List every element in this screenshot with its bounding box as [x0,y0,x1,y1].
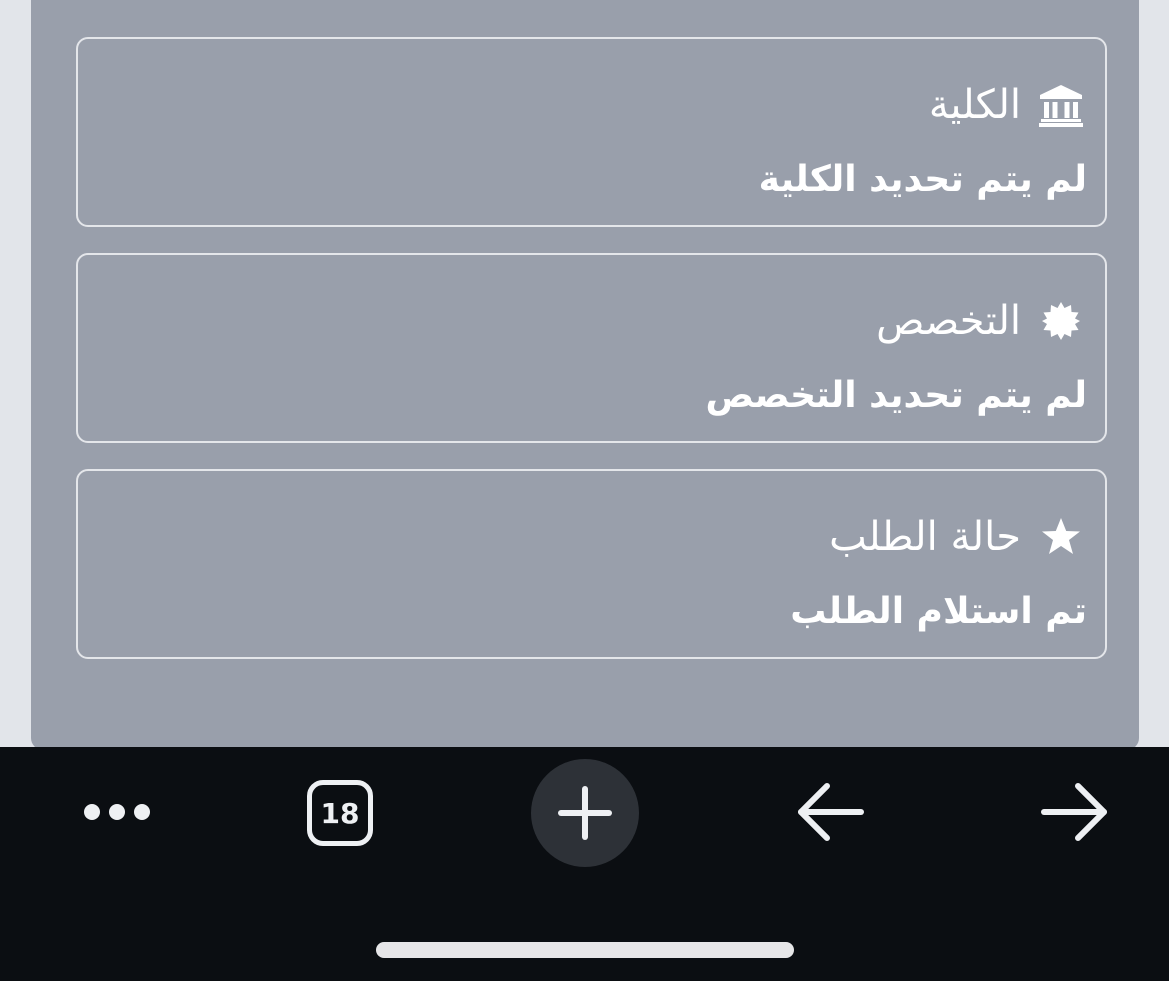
card-label: حالة الطلب [829,514,1021,560]
back-button[interactable] [790,777,870,847]
university-icon [1037,81,1085,129]
page: الكلية لم يتم تحديد الكلية التخصص لم يتم… [0,0,1169,981]
card-header: التخصص [876,293,1085,349]
back-arrow-icon [798,783,864,841]
home-indicator[interactable] [376,942,794,958]
forward-arrow-icon [1041,783,1107,841]
college-card: الكلية لم يتم تحديد الكلية [76,37,1107,227]
card-label: التخصص [876,298,1021,344]
card-value: لم يتم تحديد التخصص [705,375,1087,416]
major-card: التخصص لم يتم تحديد التخصص [76,253,1107,443]
tabs-icon: 18 [307,780,373,846]
request-status-card: حالة الطلب تم استلام الطلب [76,469,1107,659]
forward-button[interactable] [1035,777,1115,847]
tabs-button[interactable]: 18 [300,775,380,851]
details-panel: الكلية لم يتم تحديد الكلية التخصص لم يتم… [31,0,1139,750]
tab-count-label: 18 [320,796,360,830]
browser-toolbar: 18 [0,747,1169,981]
star-icon [1037,513,1085,561]
more-button[interactable] [72,777,162,847]
new-tab-button[interactable] [531,759,639,867]
card-label: الكلية [928,82,1021,128]
card-value: تم استلام الطلب [790,591,1087,632]
plus-icon [558,786,612,840]
more-icon [84,804,150,820]
card-header: الكلية [929,77,1085,133]
card-header: حالة الطلب [829,509,1085,565]
card-value: لم يتم تحديد الكلية [758,159,1087,200]
certificate-icon [1037,297,1085,345]
